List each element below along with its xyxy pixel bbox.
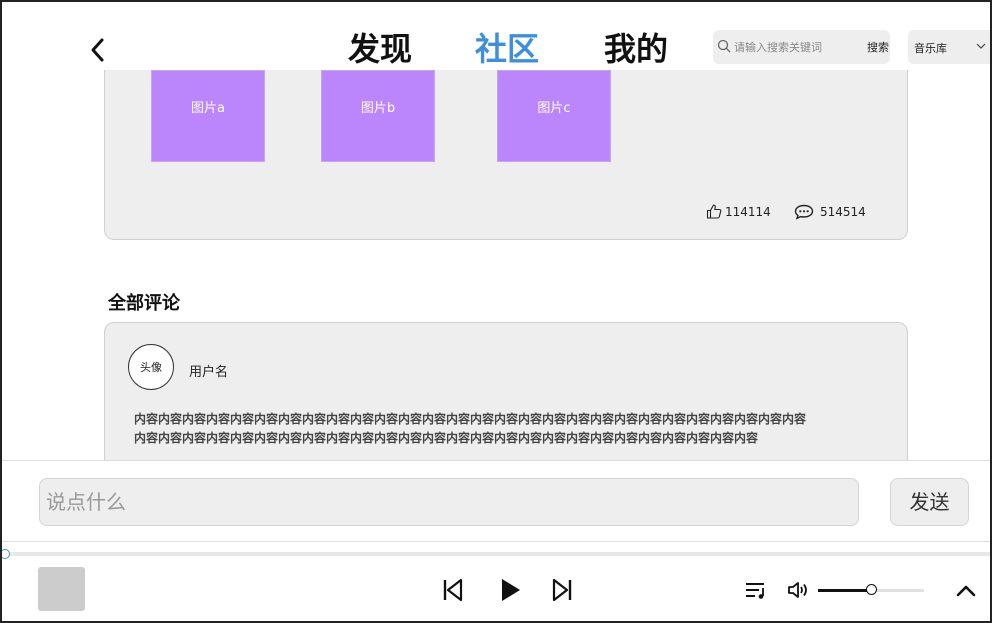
search-input[interactable] bbox=[734, 37, 858, 57]
back-button[interactable] bbox=[86, 36, 110, 64]
tab-discover[interactable]: 发现 bbox=[348, 28, 412, 70]
chevron-down-icon bbox=[976, 43, 986, 49]
album-cover[interactable] bbox=[38, 567, 85, 611]
volume-slider-handle[interactable] bbox=[866, 584, 877, 595]
skip-previous-icon bbox=[443, 578, 463, 602]
next-track-button[interactable] bbox=[550, 577, 574, 607]
chevron-up-icon bbox=[956, 585, 976, 597]
playback-progress-bar[interactable] bbox=[4, 552, 992, 556]
playback-progress-handle[interactable] bbox=[0, 549, 10, 559]
post-image-a[interactable]: 图片a bbox=[151, 70, 265, 162]
search-box: 搜索 bbox=[713, 30, 890, 64]
play-button[interactable] bbox=[500, 577, 522, 607]
comment-button[interactable]: 514514 bbox=[794, 204, 866, 220]
like-count: 114114 bbox=[725, 204, 771, 219]
expand-player-button[interactable] bbox=[954, 580, 978, 604]
search-button[interactable]: 搜索 bbox=[867, 39, 889, 55]
like-button[interactable]: 114114 bbox=[706, 204, 771, 219]
send-button[interactable]: 发送 bbox=[890, 478, 969, 526]
comments-section-title: 全部评论 bbox=[108, 293, 180, 314]
comment-count: 514514 bbox=[820, 205, 866, 219]
post-image-c[interactable]: 图片c bbox=[497, 70, 611, 162]
search-icon bbox=[717, 39, 731, 53]
volume-button[interactable] bbox=[787, 580, 811, 604]
volume-slider-fill bbox=[818, 589, 871, 592]
avatar[interactable]: 头像 bbox=[128, 344, 174, 390]
tab-mine[interactable]: 我的 bbox=[604, 28, 668, 70]
tab-community[interactable]: 社区 bbox=[475, 28, 539, 70]
comment-content: 内容内容内容内容内容内容内容内容内容内容内容内容内容内容内容内容内容内容内容内容… bbox=[134, 412, 807, 445]
comment-input[interactable] bbox=[39, 478, 859, 526]
comment-icon bbox=[794, 204, 814, 220]
comment-composer: 发送 bbox=[0, 460, 992, 542]
volume-icon bbox=[788, 582, 807, 598]
post-card: 图片a 图片b 图片c 114114 514514 bbox=[104, 70, 908, 240]
post-image-b[interactable]: 图片b bbox=[321, 70, 435, 162]
play-icon bbox=[502, 579, 520, 601]
playlist-icon bbox=[746, 583, 764, 599]
playlist-button[interactable] bbox=[744, 580, 768, 604]
thumbs-up-icon bbox=[706, 204, 722, 219]
library-select-value: 音乐库 bbox=[914, 42, 947, 55]
chevron-left-icon bbox=[91, 38, 104, 62]
library-select[interactable]: 音乐库 bbox=[908, 30, 992, 64]
skip-next-icon bbox=[552, 578, 572, 602]
comment-card: 头像 用户名 内容内容内容内容内容内容内容内容内容内容内容内容内容内容内容内容内… bbox=[104, 322, 908, 482]
comment-username[interactable]: 用户名 bbox=[189, 361, 228, 380]
previous-track-button[interactable] bbox=[441, 577, 465, 607]
